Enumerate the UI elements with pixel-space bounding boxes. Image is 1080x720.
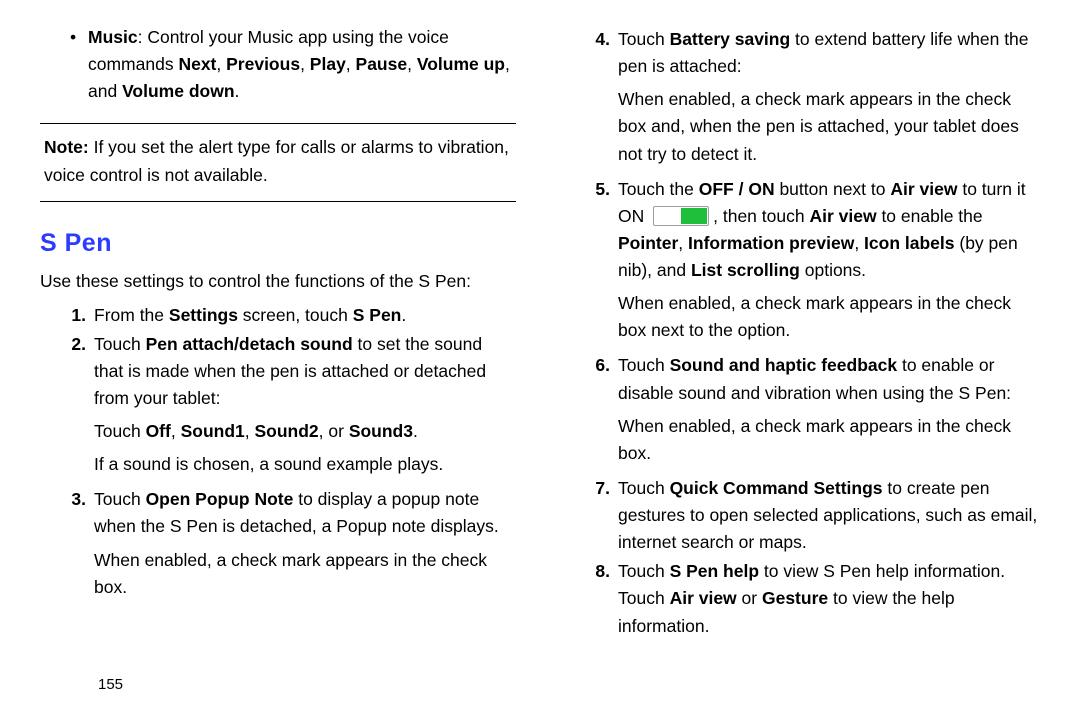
note-text: If you set the alert type for calls or a… xyxy=(44,137,509,184)
label-spen-help: S Pen help xyxy=(670,561,759,581)
label-gesture: Gesture xyxy=(762,588,828,608)
step-3: 3. Touch Open Popup Note to display a po… xyxy=(60,486,516,607)
step-7: 7. Touch Quick Command Settings to creat… xyxy=(584,475,1040,556)
cmd-voldown: Volume down xyxy=(122,81,234,101)
spen-intro: Use these settings to control the functi… xyxy=(40,268,516,295)
step-5: 5. Touch the OFF / ON button next to Air… xyxy=(584,176,1040,351)
step-number: 1. xyxy=(60,302,94,329)
label-list-scrolling: List scrolling xyxy=(691,260,800,280)
left-column: • Music: Control your Music app using th… xyxy=(40,24,516,642)
two-column-layout: • Music: Control your Music app using th… xyxy=(40,24,1040,642)
note-block: Note: If you set the alert type for call… xyxy=(44,134,516,188)
page-number: 155 xyxy=(98,673,123,696)
divider-icon xyxy=(40,123,516,124)
label-pointer: Pointer xyxy=(618,233,678,253)
note-label: Note: xyxy=(44,137,89,157)
step-1: 1. From the Settings screen, touch S Pen… xyxy=(60,302,516,329)
step-number: 7. xyxy=(584,475,618,556)
step-number: 4. xyxy=(584,26,618,174)
label-air-view-3: Air view xyxy=(670,588,737,608)
label-quick-command: Quick Command Settings xyxy=(670,478,883,498)
step-8: 8. Touch S Pen help to view S Pen help i… xyxy=(584,558,1040,639)
label-icon-labels: Icon labels xyxy=(864,233,954,253)
divider-icon xyxy=(40,201,516,202)
step-number: 5. xyxy=(584,176,618,351)
label-air-view-2: Air view xyxy=(809,206,876,226)
battery-sub: When enabled, a check mark appears in th… xyxy=(618,86,1040,167)
step-4: 4. Touch Battery saving to extend batter… xyxy=(584,26,1040,174)
cmd-volup: Volume up xyxy=(417,54,505,74)
label-battery-saving: Battery saving xyxy=(670,29,791,49)
step-number: 3. xyxy=(60,486,94,607)
label-settings: Settings xyxy=(169,305,238,325)
section-heading-spen: S Pen xyxy=(40,224,516,263)
label-info-preview: Information preview xyxy=(688,233,854,253)
label-open-popup-note: Open Popup Note xyxy=(146,489,294,509)
airview-sub: When enabled, a check mark appears in th… xyxy=(618,290,1040,344)
step-number: 6. xyxy=(584,352,618,473)
label-off-on: OFF / ON xyxy=(699,179,775,199)
step-number: 2. xyxy=(60,331,94,485)
cmd-pause: Pause xyxy=(356,54,408,74)
label-spen: S Pen xyxy=(353,305,402,325)
cmd-next: Next xyxy=(178,54,216,74)
toggle-on-icon xyxy=(653,206,709,226)
cmd-previous: Previous xyxy=(226,54,300,74)
label-air-view: Air view xyxy=(890,179,957,199)
checkmark-text: When enabled, a check mark appears in th… xyxy=(94,547,516,601)
label-sound-haptic: Sound and haptic feedback xyxy=(670,355,898,375)
cmd-play: Play xyxy=(310,54,346,74)
right-column: 4. Touch Battery saving to extend batter… xyxy=(564,24,1040,642)
step-6: 6. Touch Sound and haptic feedback to en… xyxy=(584,352,1040,473)
music-label: Music xyxy=(88,27,138,47)
step-2: 2. Touch Pen attach/detach sound to set … xyxy=(60,331,516,485)
sound-example-text: If a sound is chosen, a sound example pl… xyxy=(94,451,516,478)
step-number: 8. xyxy=(584,558,618,639)
music-bullet: • Music: Control your Music app using th… xyxy=(70,24,516,105)
label-attach-detach: Pen attach/detach sound xyxy=(146,334,353,354)
bullet-dot-icon: • xyxy=(70,24,88,105)
haptic-sub: When enabled, a check mark appears in th… xyxy=(618,413,1040,467)
